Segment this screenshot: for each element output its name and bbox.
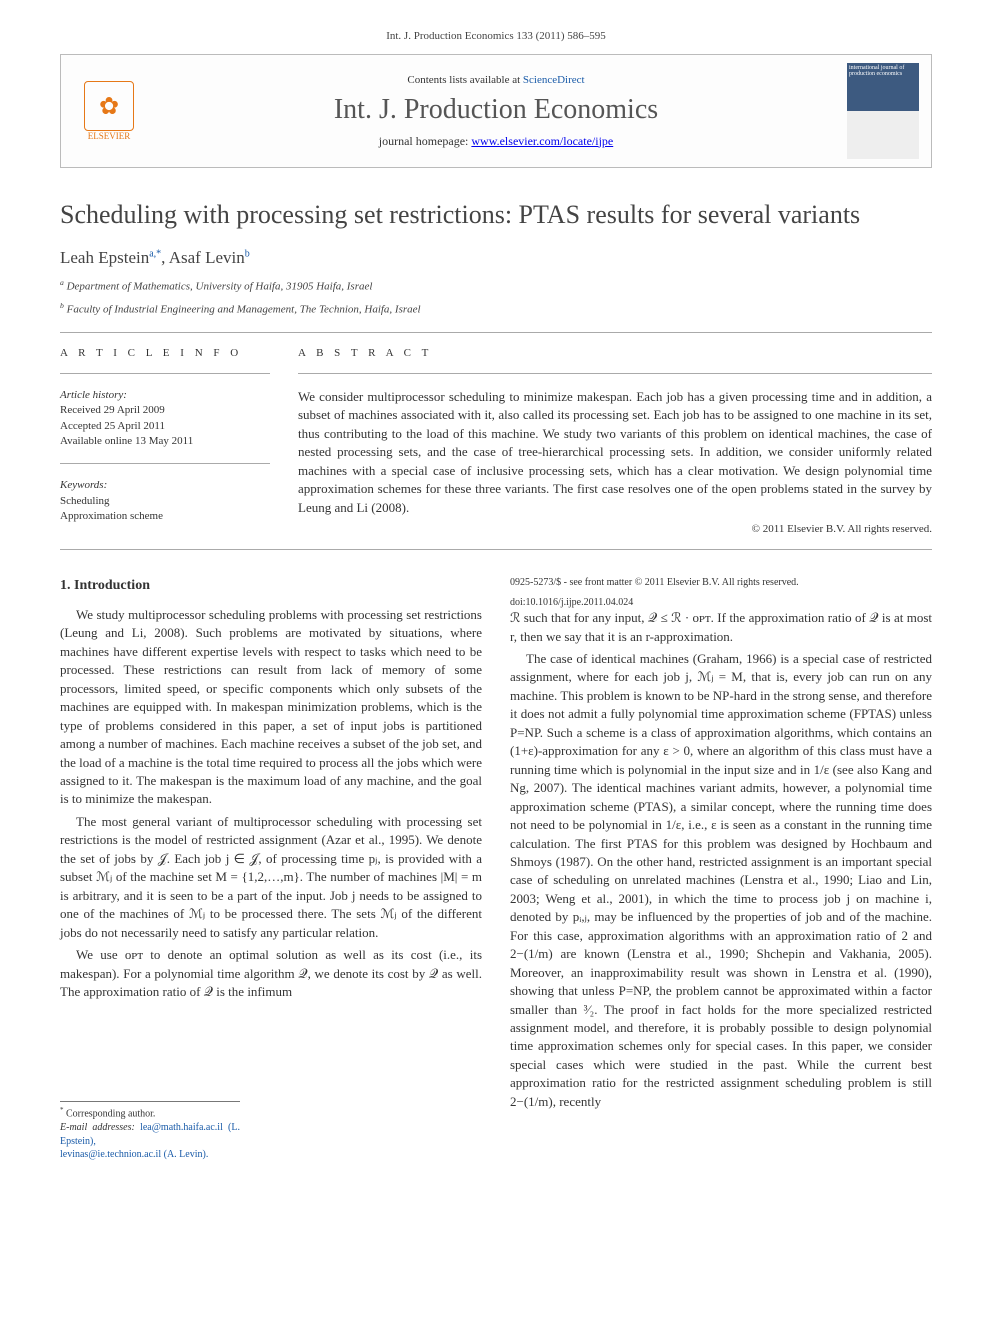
- publisher-logo: ✿ ELSEVIER: [73, 71, 145, 151]
- author-2-affil: b: [245, 248, 250, 259]
- corresponding-author-note: Corresponding author.: [66, 1109, 155, 1120]
- footnotes: * Corresponding author. E-mail addresses…: [60, 1101, 240, 1161]
- history-label: Article history:: [60, 389, 127, 401]
- keyword-2: Approximation scheme: [60, 510, 163, 522]
- email-label: E-mail addresses:: [60, 1122, 135, 1133]
- received-date: Received 29 April 2009: [60, 404, 165, 416]
- affiliation-b: b Faculty of Industrial Engineering and …: [60, 301, 932, 318]
- page: Int. J. Production Economics 133 (2011) …: [0, 0, 992, 1192]
- divider: [60, 463, 270, 464]
- journal-homepage-link[interactable]: www.elsevier.com/locate/ijpe: [471, 134, 613, 148]
- paragraph: We study multiprocessor scheduling probl…: [60, 606, 482, 809]
- authors-line: Leah Epsteina,*, Asaf Levinb: [60, 248, 932, 268]
- article-history: Article history: Received 29 April 2009 …: [60, 388, 270, 450]
- keywords-label: Keywords:: [60, 479, 107, 491]
- abstract-text: We consider multiprocessor scheduling to…: [298, 388, 932, 517]
- section-heading-1: 1. Introduction: [60, 576, 482, 596]
- keywords-block: Keywords: Scheduling Approximation schem…: [60, 478, 270, 524]
- divider: [60, 549, 932, 550]
- accepted-date: Accepted 25 April 2011: [60, 420, 165, 432]
- divider: [60, 373, 270, 374]
- author-1: Leah Epstein: [60, 248, 149, 267]
- journal-cover-thumbnail: international journal of production econ…: [847, 63, 919, 159]
- sciencedirect-link[interactable]: ScienceDirect: [523, 74, 585, 86]
- publisher-name: ELSEVIER: [88, 131, 131, 141]
- body-text: 1. Introduction We study multiprocessor …: [60, 576, 932, 1162]
- affiliation-a: a Department of Mathematics, University …: [60, 278, 932, 295]
- journal-header-box: ✿ ELSEVIER Contents lists available at S…: [60, 54, 932, 168]
- article-title: Scheduling with processing set restricti…: [60, 198, 932, 232]
- journal-title: Int. J. Production Economics: [145, 94, 847, 126]
- divider: [298, 373, 932, 374]
- abstract-label: A B S T R A C T: [298, 347, 932, 359]
- elsevier-tree-icon: ✿: [84, 81, 134, 131]
- doi-line: doi:10.1016/j.ijpe.2011.04.024: [510, 596, 932, 610]
- author-2: Asaf Levin: [169, 248, 245, 267]
- divider: [60, 332, 932, 333]
- article-info-label: A R T I C L E I N F O: [60, 347, 270, 359]
- journal-reference: Int. J. Production Economics 133 (2011) …: [60, 30, 932, 42]
- header-center: Contents lists available at ScienceDirec…: [145, 74, 847, 149]
- paragraph: The case of identical machines (Graham, …: [510, 650, 932, 1111]
- keyword-1: Scheduling: [60, 495, 110, 507]
- copyright-line: © 2011 Elsevier B.V. All rights reserved…: [298, 523, 932, 535]
- online-date: Available online 13 May 2011: [60, 435, 193, 447]
- paragraph: The most general variant of multiprocess…: [60, 813, 482, 942]
- abstract-column: A B S T R A C T We consider multiprocess…: [298, 347, 932, 535]
- paragraph: ℛ such that for any input, 𝒬 ≤ ℛ · ᴏᴘᴛ. …: [510, 609, 932, 646]
- star-icon: *: [60, 1106, 64, 1114]
- paragraph: We use ᴏᴘᴛ to denote an optimal solution…: [60, 946, 482, 1001]
- journal-homepage-line: journal homepage: www.elsevier.com/locat…: [145, 134, 847, 149]
- issn-line: 0925-5273/$ - see front matter © 2011 El…: [510, 576, 932, 590]
- contents-available-line: Contents lists available at ScienceDirec…: [145, 74, 847, 86]
- article-info-column: A R T I C L E I N F O Article history: R…: [60, 347, 270, 535]
- author-email-2[interactable]: levinas@ie.technion.ac.il (A. Levin).: [60, 1149, 208, 1160]
- info-abstract-row: A R T I C L E I N F O Article history: R…: [60, 347, 932, 535]
